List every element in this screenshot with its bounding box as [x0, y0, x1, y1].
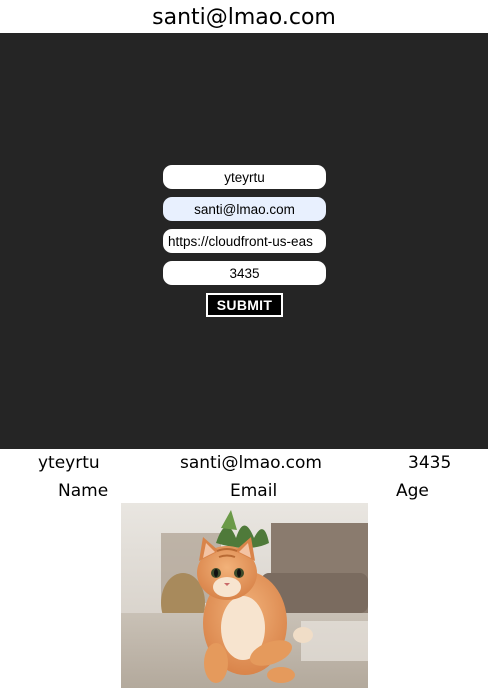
age-input[interactable] — [163, 261, 326, 285]
result-name-label: Name — [58, 481, 109, 501]
result-age-label: Age — [396, 481, 429, 501]
result-name-value: yteyrtu — [38, 453, 100, 473]
name-input[interactable] — [163, 165, 326, 189]
result-email-label: Email — [230, 481, 278, 501]
cat-photo — [121, 503, 368, 688]
form-panel: SUBMIT — [0, 33, 488, 449]
submit-button[interactable]: SUBMIT — [206, 293, 283, 317]
result-age-value: 3435 — [408, 453, 452, 473]
result-email-value: santi@lmao.com — [180, 453, 322, 473]
email-input[interactable] — [163, 197, 326, 221]
image-url-input[interactable] — [163, 229, 326, 253]
page-title: santi@lmao.com — [152, 5, 336, 30]
